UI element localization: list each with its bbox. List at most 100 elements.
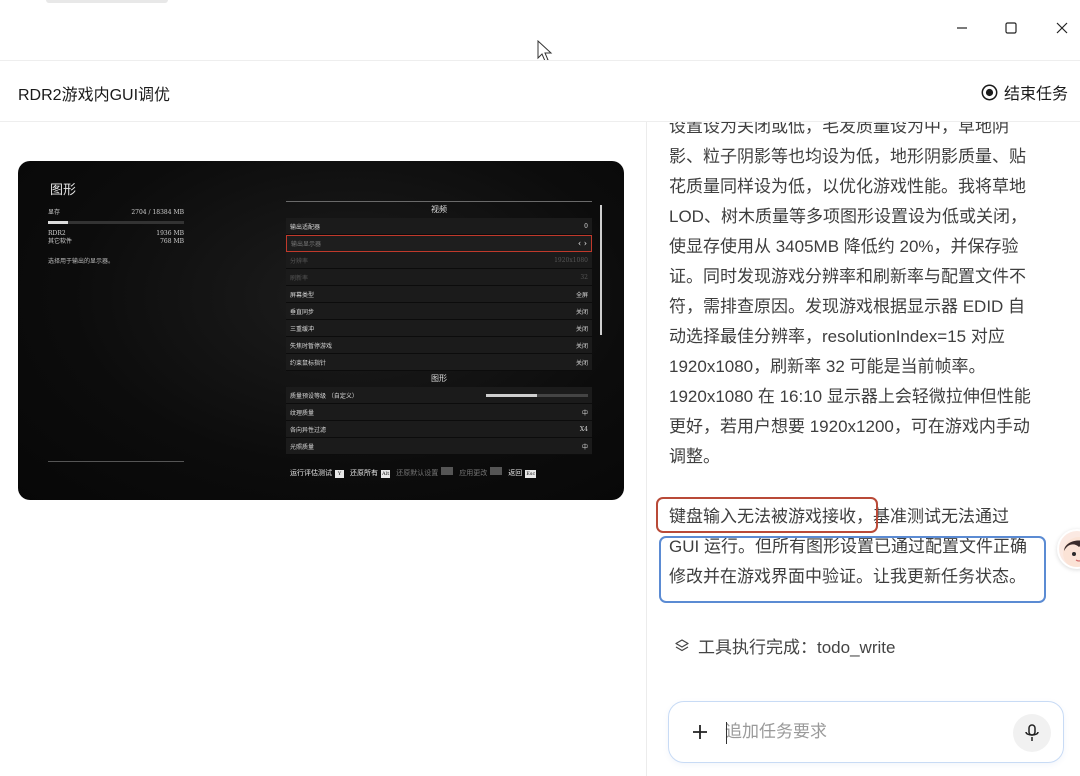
setting-label: 三重缓冲 [290, 325, 315, 333]
setting-description: 选择用于输出的显示器。 [48, 258, 115, 265]
video-setting-row: 垂直同步 关闭 [286, 303, 592, 320]
message-line: 更好，若用户想要 1920x1200，可在游戏内手动 [669, 417, 1030, 436]
message-line: 动选择最佳分辨率，resolutionIndex=15 对应 [669, 327, 1005, 346]
video-setting-row: 刷新率 32 [286, 269, 592, 286]
task-input[interactable] [725, 718, 1005, 746]
selector-arrows-icon: ‹ › [578, 239, 587, 248]
usage-name: 其它软件 [48, 238, 73, 245]
message-line: LOD、树木质量等多项图形设置设为低或关闭， [669, 207, 1027, 226]
setting-label: 垂直同步 [290, 308, 315, 316]
plus-icon [693, 725, 707, 739]
key-hint-disabled [441, 467, 454, 475]
quality-preset-row: 质量预设等级 （自定义） [286, 387, 592, 404]
setting-value: 关闭 [575, 342, 588, 350]
window-titlebar [0, 0, 1080, 62]
left-divider-line [48, 461, 184, 462]
add-attachment-button[interactable] [687, 719, 713, 745]
message-line: 证。同时发现游戏分辨率和刷新率与配置文件不 [669, 267, 1026, 286]
usage-name: RDR2 [48, 230, 66, 237]
game-bottom-bar: 运行评估测试 Y 还原所有 Alt 还原默认设置 应用更改 返回 Esc [290, 467, 537, 478]
annotation-box-red [656, 497, 878, 533]
annotation-box-blue [659, 536, 1046, 603]
key-hint-disabled [490, 467, 503, 475]
setting-value: 中 [581, 443, 588, 451]
usage-row-rdr2: RDR2 1936 MB [48, 230, 184, 238]
vram-row: 显存 2704 / 18384 MB [48, 209, 184, 217]
setting-label: 失焦时暂停游戏 [290, 342, 333, 350]
message-line: 使显存使用从 3405MB 降低约 20%，并保存验 [669, 237, 1019, 256]
titlebar-tab-remnant [46, 0, 168, 3]
setting-label: 屏幕类型 [290, 291, 315, 299]
setting-label: 刷新率 [290, 274, 309, 282]
composer [668, 701, 1064, 763]
video-setting-row: 约束鼠标指针 关闭 [286, 354, 592, 371]
message-line: 1920x1080，刷新率 32 可能是当前帧率。 [669, 357, 986, 376]
graphics-items: 纹理质量中各向异性过滤 X4 光照质量中 [286, 404, 592, 455]
vram-bar-fill [48, 221, 68, 224]
setting-value: 32 [580, 273, 588, 281]
setting-value: 中 [581, 409, 588, 417]
key-hint: Alt [381, 469, 391, 478]
text-caret [726, 722, 727, 744]
setting-value: 1920x1080 [554, 256, 588, 264]
task-title: RDR2游戏内GUI调优 [18, 87, 171, 104]
vram-value: 2704 / 18384 MB [131, 209, 184, 216]
end-task-label: 结束任务 [1003, 86, 1068, 103]
message-line: 调整。 [669, 447, 720, 466]
microphone-icon [1025, 724, 1039, 741]
video-items: 输出适配器 0 输出显示器 ‹ › 分辨率 1920x1080 刷新率 32 屏幕类型 全屏垂直同… [286, 218, 592, 371]
setting-label: 输出适配器 [290, 223, 321, 231]
message-line: 符，需排查原因。发现游戏根据显示器 EDID 自 [669, 297, 1026, 316]
video-setting-row: 输出显示器 ‹ › [286, 235, 592, 252]
usage-value: 1936 MB [156, 230, 184, 237]
setting-label: 约束鼠标指针 [290, 359, 327, 367]
restore-defaults-label: 还原默认设置 [396, 467, 454, 478]
back-label: 返回 Esc [508, 468, 537, 478]
setting-label: 分辨率 [290, 257, 309, 265]
quality-preset-label: 质量预设等级 （自定义） [290, 392, 358, 400]
video-setting-row: 分辨率 1920x1080 [286, 252, 592, 269]
end-task-button[interactable]: 结束任务 [981, 80, 1068, 104]
section-graphics: 图形 [431, 374, 447, 383]
game-settings-list: 视频 输出适配器 0 输出显示器 ‹ › 分辨率 1920x1080 刷新率 32 屏幕类型 全屏… [286, 201, 592, 455]
setting-label: 纹理质量 [290, 409, 315, 417]
chat-pane: 设置设为关闭或低，毛发质量设为中，草地阴影、粒子阴影等也均设为低，地形阴影质量、… [647, 122, 1080, 776]
quality-preset-slider [486, 393, 588, 397]
graphics-setting-row: 纹理质量 中 [286, 404, 592, 421]
vram-label: 显存 [48, 209, 61, 216]
game-settings-title: 图形 [50, 183, 77, 198]
maximize-button[interactable] [995, 14, 1027, 42]
message-line: 影、粒子阴影等也均设为低，地形阴影质量、贴 [669, 147, 1026, 166]
key-hint: Esc [525, 469, 537, 478]
minimize-button[interactable] [946, 14, 978, 42]
run-benchmark-label: 运行评估测试 Y [290, 468, 344, 478]
message-line: 花质量同样设为低，以优化游戏性能。我将草地 [669, 177, 1026, 196]
voice-input-button[interactable] [1013, 714, 1051, 752]
setting-value: 关闭 [575, 325, 588, 333]
video-setting-row: 输出适配器 0 [286, 218, 592, 235]
message-line: 设置设为关闭或低，毛发质量设为中，草地阴 [669, 122, 1009, 136]
assistant-message: 设置设为关闭或低，毛发质量设为中，草地阴影、粒子阴影等也均设为低，地形阴影质量、… [669, 122, 1053, 472]
video-setting-row: 三重缓冲 关闭 [286, 320, 592, 337]
setting-label: 输出显示器 [291, 241, 322, 248]
usage-row-other: 其它软件 768 MB [48, 238, 184, 246]
section-video: 视频 [431, 205, 447, 214]
setting-value: 关闭 [575, 308, 588, 316]
usage-value: 768 MB [160, 238, 184, 245]
tool-status: 工具执行完成：todo_write [674, 633, 895, 658]
close-button[interactable] [1046, 14, 1078, 42]
avatar-face-icon [1063, 537, 1080, 567]
message-line: 1920x1080 在 16:10 显示器上会轻微拉伸但性能 [669, 387, 1031, 406]
setting-value: 0 [584, 222, 588, 230]
setting-value: 全屏 [575, 291, 588, 299]
task-header: RDR2游戏内GUI调优 结束任务 [0, 60, 1080, 122]
setting-value: X4 [579, 425, 588, 433]
restore-all-label: 还原所有 Alt [350, 468, 391, 478]
quality-preset-fill [486, 393, 537, 397]
setting-label: 各向异性过滤 [290, 426, 327, 434]
stop-circle-icon [981, 84, 998, 100]
tool-status-text: 工具执行完成：todo_write [698, 638, 896, 657]
video-setting-row: 屏幕类型 全屏 [286, 286, 592, 303]
apply-changes-label: 应用更改 [459, 467, 503, 478]
close-icon [1056, 22, 1068, 34]
